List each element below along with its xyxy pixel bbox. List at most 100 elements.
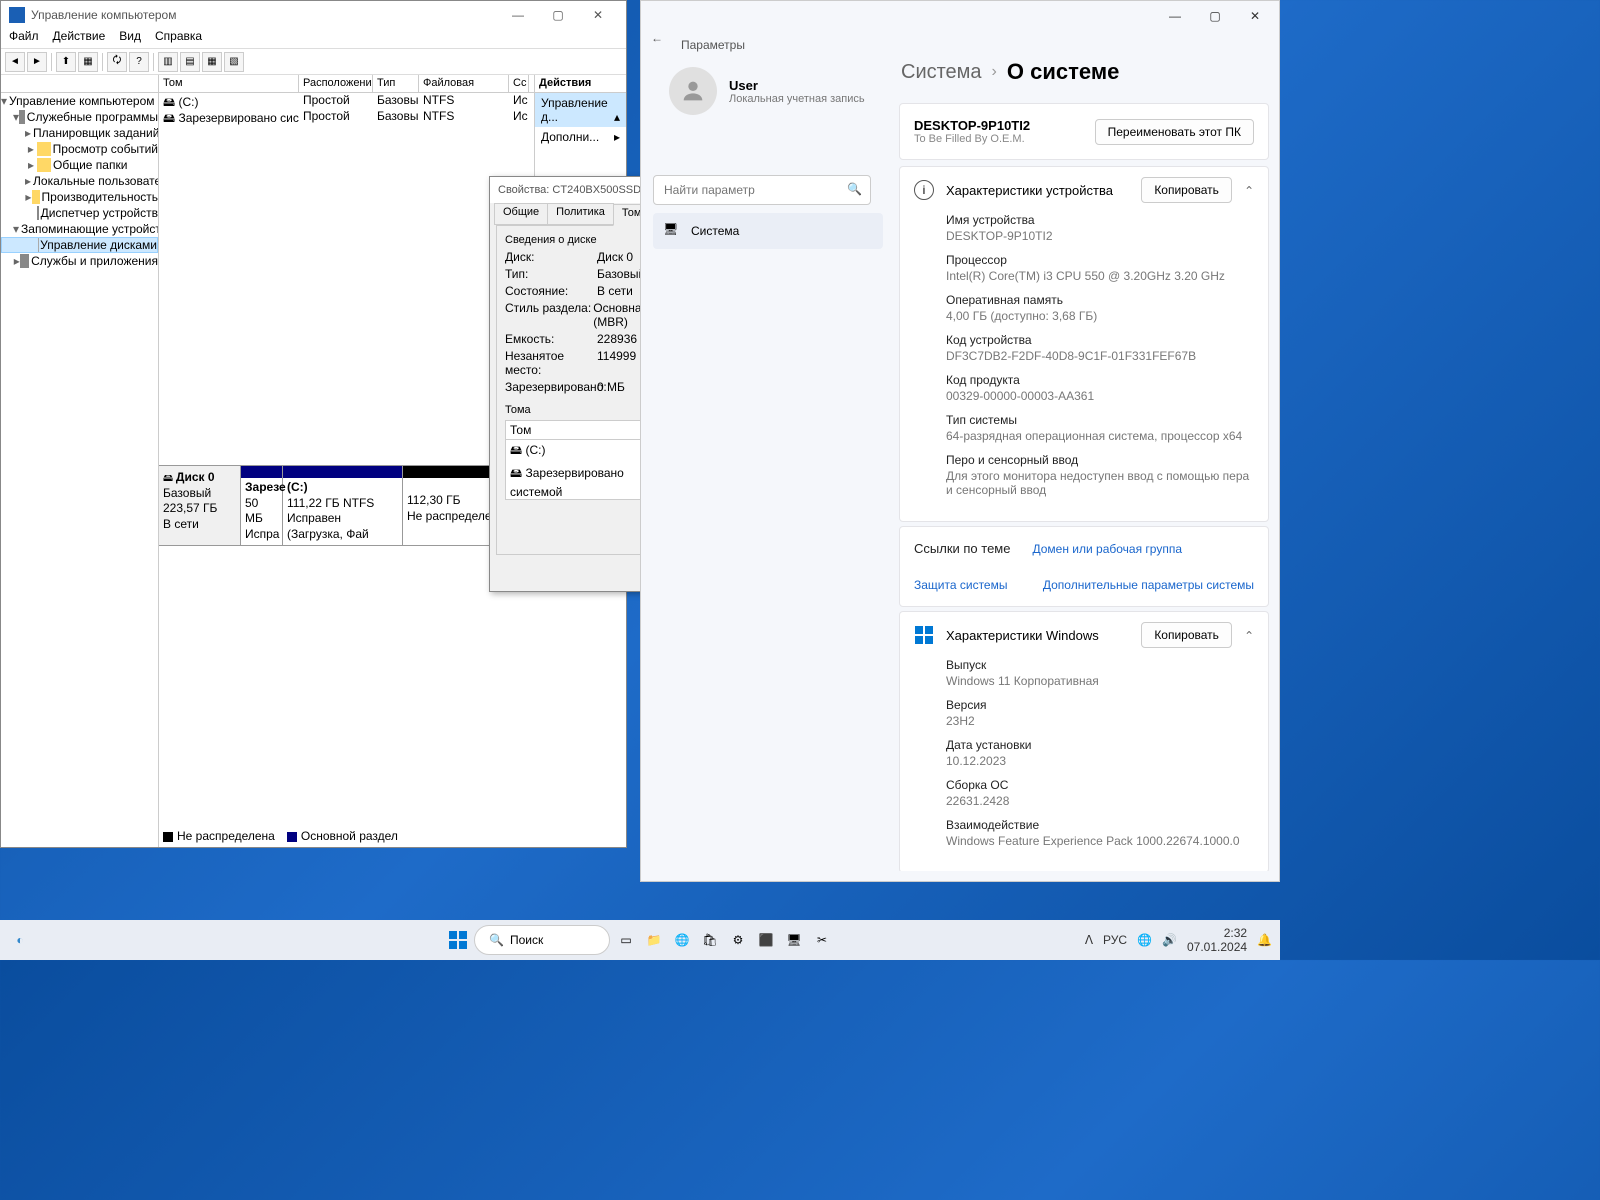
- minimize-button[interactable]: —: [1155, 3, 1195, 29]
- avatar: [669, 67, 717, 115]
- back-button[interactable]: ←: [651, 31, 671, 51]
- tab-general[interactable]: Общие: [494, 203, 548, 225]
- sidebar-item-system[interactable]: 🖥 Система: [653, 213, 883, 249]
- app-icon-1[interactable]: ⬛: [754, 928, 778, 952]
- user-name: User: [729, 78, 865, 93]
- tree-devmgr[interactable]: Диспетчер устройств: [41, 206, 158, 220]
- start-button[interactable]: [446, 928, 470, 952]
- search-input[interactable]: 🔍: [653, 175, 871, 205]
- tray-chevron-icon[interactable]: ᐱ: [1085, 933, 1093, 947]
- menu-help[interactable]: Справка: [155, 29, 202, 48]
- view-button-2[interactable]: ▤: [180, 52, 200, 72]
- taskbar-search[interactable]: 🔍 Поиск: [474, 925, 610, 955]
- tray-network-icon[interactable]: 🌐: [1137, 933, 1152, 947]
- tree-util[interactable]: Служебные программы: [27, 110, 158, 124]
- tray-notifications-icon[interactable]: 🔔: [1257, 933, 1272, 947]
- copy-button[interactable]: Копировать: [1141, 177, 1232, 203]
- copy-button[interactable]: Копировать: [1141, 622, 1232, 648]
- perf-icon: [32, 190, 40, 204]
- maximize-button[interactable]: ▢: [1195, 3, 1235, 29]
- refresh-button[interactable]: 🗘: [107, 52, 127, 72]
- cm-titlebar[interactable]: Управление компьютером — ▢ ✕: [1, 1, 626, 29]
- view-button-1[interactable]: ▥: [158, 52, 178, 72]
- windows-specs-header[interactable]: Характеристики Windows Копировать ⌄: [900, 612, 1268, 658]
- tree-perf[interactable]: Производительность: [42, 190, 158, 204]
- cm-tree-pane[interactable]: ▾Управление компьютером (л ▾Служебные пр…: [1, 75, 159, 847]
- link-advanced[interactable]: Дополнительные параметры системы: [1043, 578, 1254, 592]
- list-row[interactable]: 🖴 (C:) Простой Базовый NTFS Ис: [159, 93, 534, 109]
- user-block[interactable]: User Локальная учетная запись: [653, 57, 883, 125]
- cm-toolbar: ◄ ► ⬆ ▦ 🗘 ? ▥ ▤ ▦ ▧: [1, 49, 626, 75]
- menu-view[interactable]: Вид: [119, 29, 141, 48]
- link-domain[interactable]: Домен или рабочая группа: [1032, 542, 1182, 556]
- tray-lang[interactable]: РУС: [1103, 933, 1127, 947]
- search-field[interactable]: [664, 176, 842, 204]
- forward-button[interactable]: ►: [27, 52, 47, 72]
- expand-icon[interactable]: ▸: [25, 190, 32, 204]
- settings-titlebar[interactable]: — ▢ ✕: [641, 1, 1279, 31]
- link-protection[interactable]: Защита системы: [914, 578, 1007, 592]
- settings-content[interactable]: DESKTOP-9P10TI2 To Be Filled By O.E.M. П…: [899, 103, 1269, 871]
- col-layout[interactable]: Расположение: [299, 75, 373, 92]
- close-button[interactable]: ✕: [1235, 3, 1275, 29]
- tray-volume-icon[interactable]: 🔊: [1162, 933, 1177, 947]
- partition-c[interactable]: (C:) 111,22 ГБ NTFS Исправен (Загрузка, …: [283, 466, 403, 545]
- expand-icon[interactable]: ▸: [25, 142, 37, 156]
- breadcrumb-system[interactable]: Система: [901, 61, 982, 84]
- task-view-icon[interactable]: ▭: [614, 928, 638, 952]
- col-type[interactable]: Тип: [373, 75, 419, 92]
- list-row[interactable]: 🖴 Зарезервировано системой Простой Базов…: [159, 109, 534, 125]
- tray-clock[interactable]: 2:32 07.01.2024: [1187, 926, 1247, 955]
- partition-reserved[interactable]: Зарезе 50 МБ Испра: [241, 466, 283, 545]
- expand-icon[interactable]: ▾: [1, 94, 7, 108]
- col-volume[interactable]: Том: [159, 75, 299, 92]
- actions-header: Действия: [535, 75, 626, 93]
- expand-icon[interactable]: ▸: [13, 254, 20, 268]
- tree-sched[interactable]: Планировщик заданий: [33, 126, 159, 140]
- view-button-3[interactable]: ▦: [202, 52, 222, 72]
- tree-storage[interactable]: Запоминающие устройства: [21, 222, 159, 236]
- edge-icon-left[interactable]: ◐: [8, 928, 32, 952]
- help-button[interactable]: ?: [129, 52, 149, 72]
- snip-icon[interactable]: ✂: [810, 928, 834, 952]
- compmgmt-taskbar-icon[interactable]: 🖥: [782, 928, 806, 952]
- menu-file[interactable]: Файл: [9, 29, 39, 48]
- props-button[interactable]: ▦: [78, 52, 98, 72]
- edge-icon[interactable]: 🌐: [670, 928, 694, 952]
- settings-icon[interactable]: ⚙: [726, 928, 750, 952]
- person-icon: [679, 77, 707, 105]
- col-status[interactable]: Сс: [509, 75, 529, 92]
- tree-events[interactable]: Просмотр событий: [53, 142, 158, 156]
- up-button[interactable]: ⬆: [56, 52, 76, 72]
- expand-icon[interactable]: ▸: [25, 174, 31, 188]
- tree-folders[interactable]: Общие папки: [53, 158, 127, 172]
- tree-root[interactable]: Управление компьютером (л: [9, 94, 159, 108]
- actions-item-more[interactable]: Дополни... ▸: [535, 127, 626, 147]
- tree-users[interactable]: Локальные пользователи: [33, 174, 159, 188]
- tree-services[interactable]: Службы и приложения: [31, 254, 158, 268]
- breadcrumb-about: О системе: [1007, 59, 1119, 85]
- maximize-button[interactable]: ▢: [538, 3, 578, 27]
- search-icon: 🔍: [847, 182, 862, 196]
- taskbar[interactable]: ◐ 🔍 Поиск ▭ 📁 🌐 🛍 ⚙ ⬛ 🖥 ✂ ᐱ РУС 🌐 🔊 2:32…: [0, 920, 1280, 960]
- explorer-icon[interactable]: 📁: [642, 928, 666, 952]
- menu-action[interactable]: Действие: [53, 29, 106, 48]
- expand-icon[interactable]: ▸: [25, 126, 31, 140]
- volume-list[interactable]: Том Расположение Тип Файловая система Сс…: [159, 75, 534, 465]
- expand-icon[interactable]: ▸: [25, 158, 37, 172]
- rename-pc-button[interactable]: Переименовать этот ПК: [1095, 119, 1254, 145]
- folders-icon: [37, 158, 51, 172]
- view-button-4[interactable]: ▧: [224, 52, 244, 72]
- tab-policy[interactable]: Политика: [547, 203, 614, 225]
- back-button[interactable]: ◄: [5, 52, 25, 72]
- store-icon[interactable]: 🛍: [698, 928, 722, 952]
- cm-title-text: Управление компьютером: [31, 8, 498, 22]
- actions-item-diskmgmt[interactable]: Управление д... ▴: [535, 93, 626, 127]
- col-fs[interactable]: Файловая система: [419, 75, 509, 92]
- close-button[interactable]: ✕: [578, 3, 618, 27]
- expand-icon[interactable]: ▾: [13, 222, 19, 236]
- user-type: Локальная учетная запись: [729, 93, 865, 105]
- tree-diskmgmt-selected[interactable]: Управление дисками: [1, 237, 158, 253]
- minimize-button[interactable]: —: [498, 3, 538, 27]
- device-specs-header[interactable]: i Характеристики устройства Копировать ⌄: [900, 167, 1268, 213]
